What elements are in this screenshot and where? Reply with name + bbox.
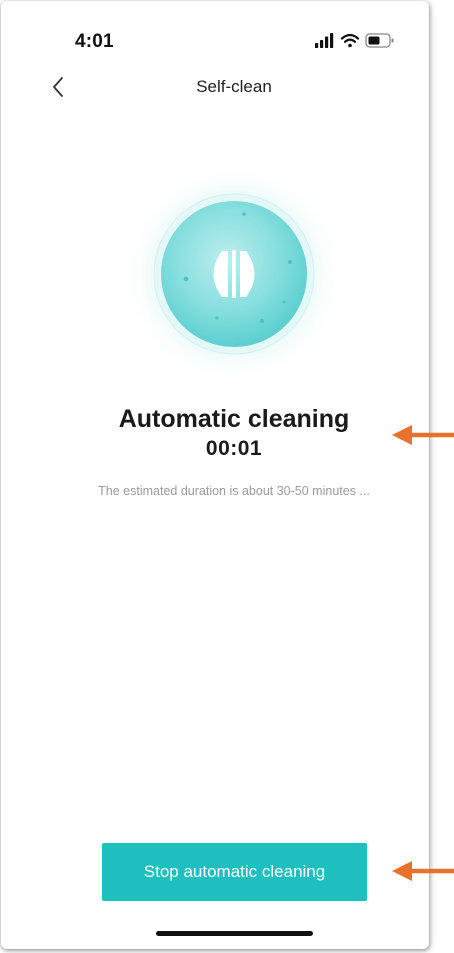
page-title: Self-clean: [196, 77, 272, 96]
stop-cleaning-button[interactable]: Stop automatic cleaning: [102, 843, 367, 901]
annotation-arrow-title: [392, 425, 454, 445]
status-icons: [315, 33, 394, 48]
signal-icon: [315, 33, 334, 48]
status-title: Automatic cleaning: [118, 405, 350, 433]
battery-icon: [365, 33, 394, 48]
phone-screen: 4:01 Self-clean Automatic cleaning 00:01…: [1, 1, 429, 949]
estimated-duration: The estimated duration is about 30-50 mi…: [98, 484, 370, 498]
annotation-arrow-button: [392, 861, 454, 881]
screenshot-frame: 4:01 Self-clean Automatic cleaning 00:01…: [0, 0, 454, 953]
cleaning-illustration: [122, 162, 346, 382]
cleaning-ball-icon: [213, 250, 255, 298]
elapsed-timer: 00:01: [205, 437, 263, 460]
status-time: 4:01: [75, 31, 114, 52]
wifi-icon: [340, 33, 360, 48]
home-indicator: [156, 931, 313, 936]
